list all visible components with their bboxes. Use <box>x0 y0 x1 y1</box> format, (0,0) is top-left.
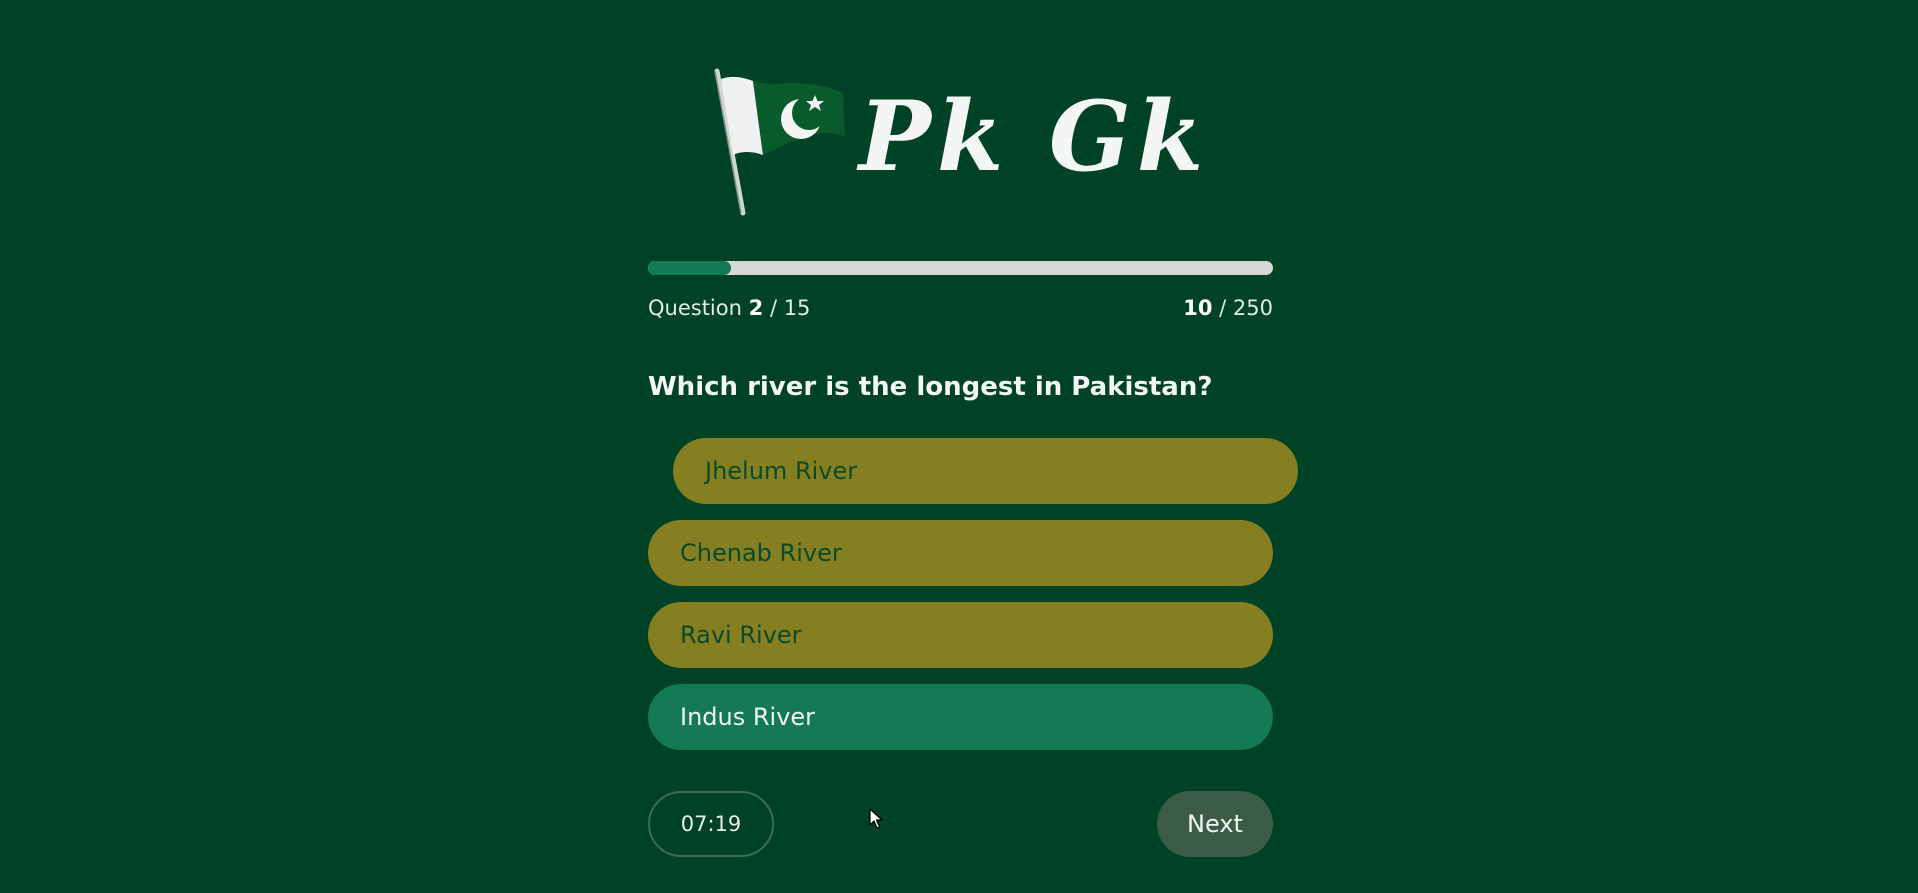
question-counter-label: Question <box>648 296 742 320</box>
next-button[interactable]: Next <box>1157 791 1273 857</box>
score-current: 10 <box>1183 296 1213 320</box>
question-counter: Question 2 / 15 <box>648 296 810 320</box>
answer-option[interactable]: Jhelum River <box>673 438 1298 504</box>
mouse-cursor-icon <box>869 808 883 829</box>
question-text: Which river is the longest in Pakistan? <box>648 372 1213 402</box>
app-title: Pk Gk <box>858 80 1210 193</box>
score-counter: 10 / 250 <box>1183 296 1273 320</box>
answer-option[interactable]: Indus River <box>648 684 1273 750</box>
answer-option-label: Jhelum River <box>705 457 858 485</box>
answer-option-label: Indus River <box>680 703 816 731</box>
quiz-progress-bar <box>648 261 1273 275</box>
quiz-progress-fill <box>648 261 732 275</box>
quiz-meta-row: Question 2 / 15 10 / 250 <box>648 292 1273 324</box>
answer-option[interactable]: Chenab River <box>648 520 1273 586</box>
score-total: / 250 <box>1219 296 1273 320</box>
app-header: Pk Gk <box>0 62 1918 222</box>
answer-option[interactable]: Ravi River <box>648 602 1273 668</box>
answer-option-label: Ravi River <box>680 621 802 649</box>
question-total: / 15 <box>769 296 811 320</box>
answer-option-label: Chenab River <box>680 539 842 567</box>
countdown-timer: 07:19 <box>648 791 774 857</box>
pakistan-flag-icon <box>713 68 845 216</box>
question-current-number: 2 <box>748 296 764 320</box>
